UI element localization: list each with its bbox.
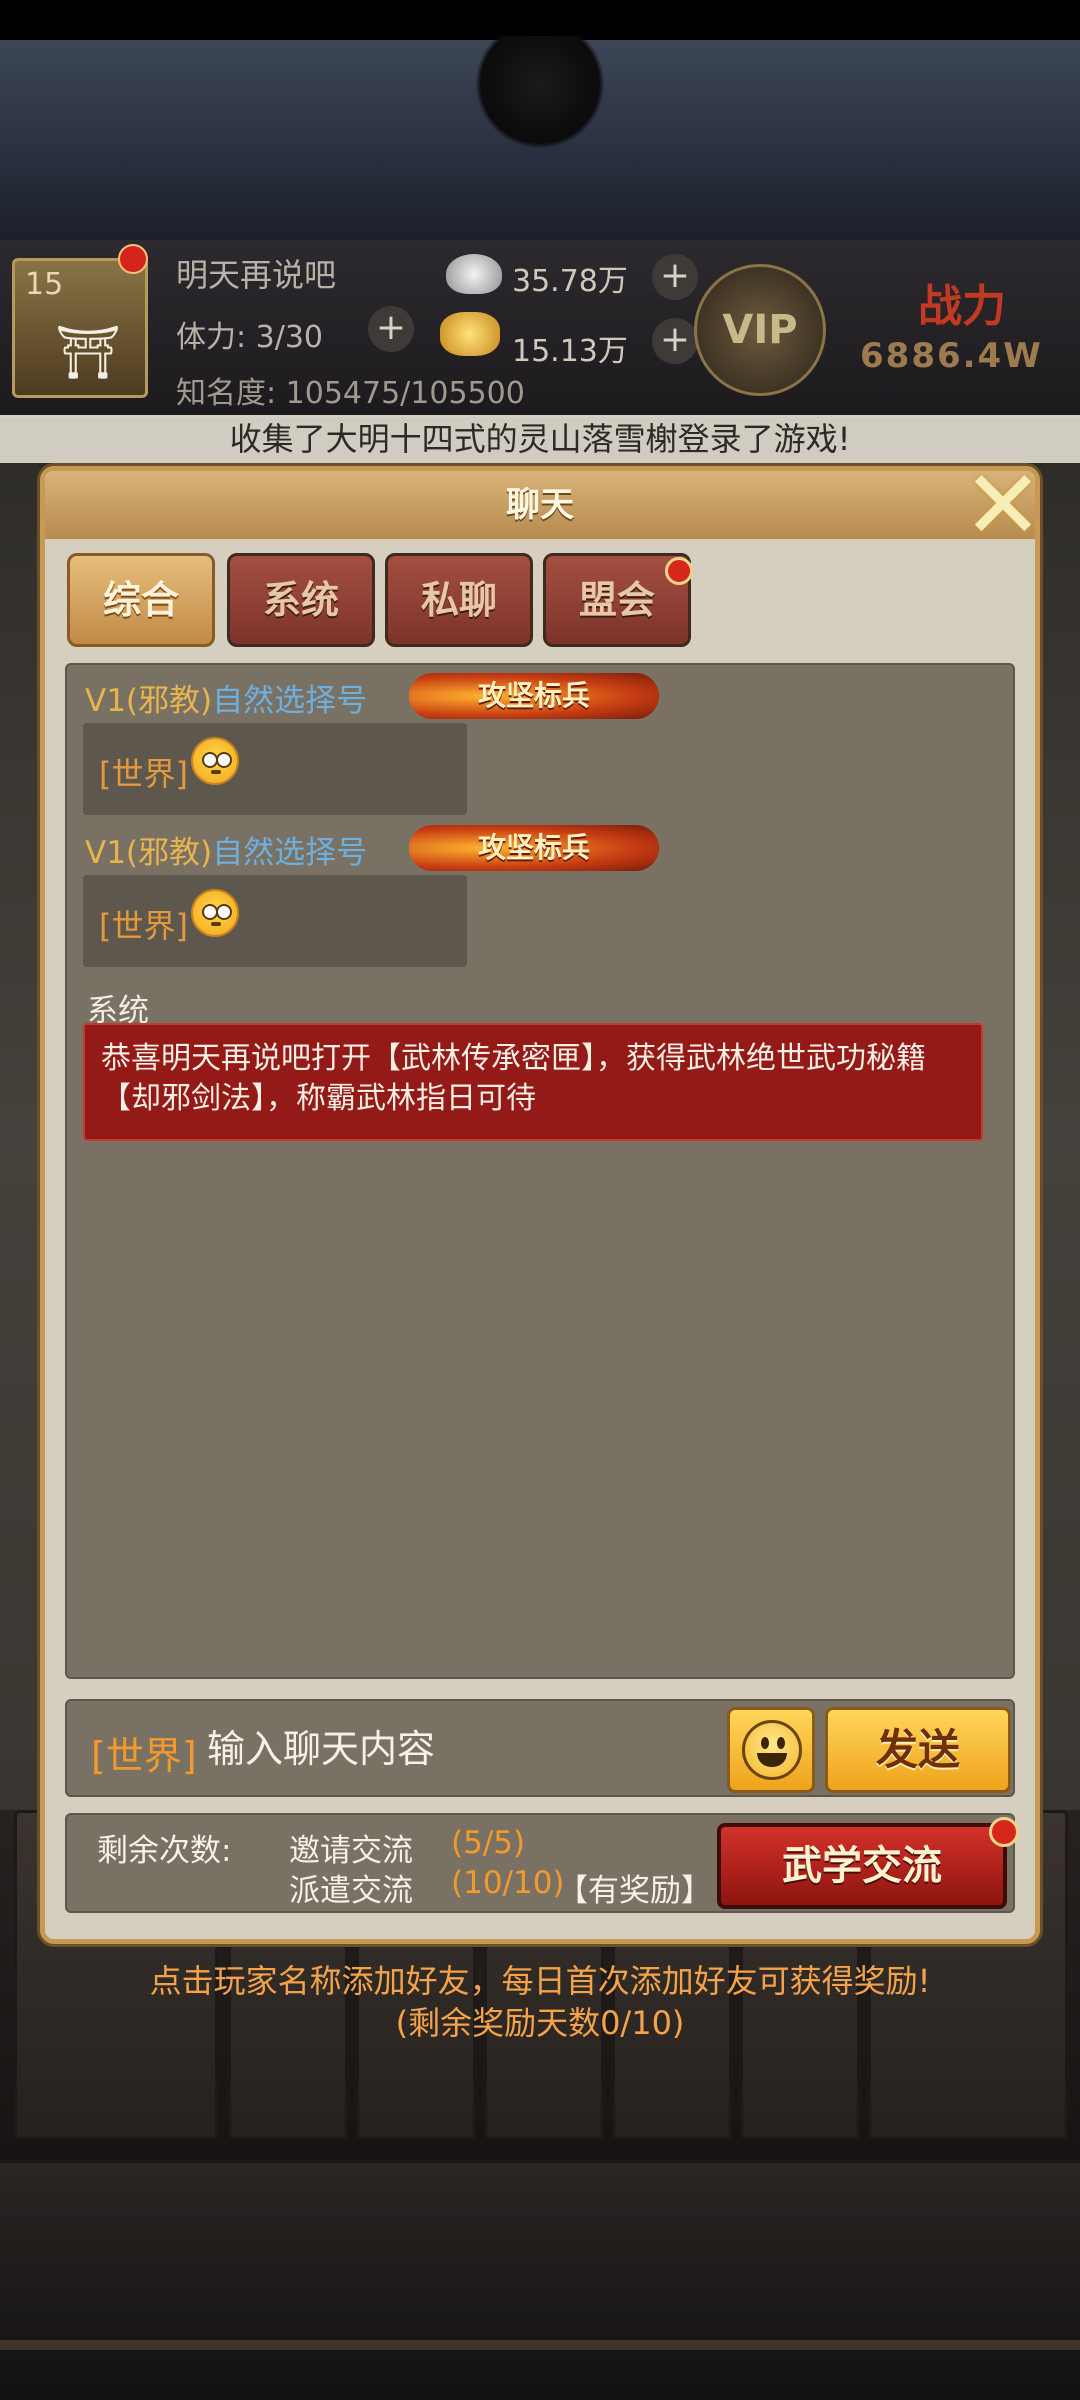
sender-prefix: V1(邪教) xyxy=(85,835,213,871)
dialog-title-bar: 聊天 xyxy=(45,471,1035,539)
gold-value: 15.13万 xyxy=(512,334,628,369)
tab-private[interactable]: 私聊 xyxy=(385,553,533,647)
message-bubble: [世界] xyxy=(83,723,467,815)
sender-name[interactable]: 自然选择号 xyxy=(212,835,367,871)
smiley-icon xyxy=(742,1720,802,1780)
fame-value: 知名度: 105475/105500 xyxy=(176,376,525,411)
silver-ingot-icon xyxy=(446,254,502,294)
message-header: V1(邪教)自然选择号 xyxy=(85,675,367,720)
tab-general[interactable]: 综合 xyxy=(67,553,215,647)
power-label: 战力 xyxy=(918,281,1006,332)
flushed-face-icon xyxy=(191,889,239,937)
news-text: 收集了大明十四式的灵山落雪榭登录了游戏! xyxy=(229,420,851,458)
gold-add-button[interactable]: + xyxy=(652,318,698,364)
player-name[interactable]: 明天再说吧 xyxy=(176,250,336,296)
input-channel[interactable]: [世界] xyxy=(91,1725,197,1780)
vip-medal[interactable]: VIP xyxy=(694,264,826,396)
system-message-text: 恭喜明天再说吧打开【武林传承密匣】，获得武林绝世武功秘籍【却邪剑法】，称霸武林指… xyxy=(101,1041,926,1116)
friend-tip-line: (剩余奖励天数0/10) xyxy=(395,2004,685,2042)
emoji-button[interactable] xyxy=(727,1707,815,1793)
chat-dialog: 聊天 综合 系统 私聊 盟会 V1(邪教)自然选择号 攻坚标兵 [世界] V1(… xyxy=(40,466,1040,1944)
gold-ingot-icon xyxy=(440,312,500,356)
remaining-label: 剩余次数: xyxy=(97,1833,232,1869)
title-badge: 攻坚标兵 xyxy=(409,673,659,719)
friend-tip: 点击玩家名称添加好友，每日首次添加好友可获得奖励! (剩余奖励天数0/10) xyxy=(0,1960,1080,2044)
bottom-divider xyxy=(0,2340,1080,2350)
bottom-band xyxy=(0,2160,1080,2400)
stamina-add-button[interactable]: + xyxy=(368,306,414,352)
level-badge[interactable]: 15 ⛩ xyxy=(12,258,148,398)
send-button[interactable]: 发送 xyxy=(825,1707,1011,1793)
notification-dot xyxy=(989,1817,1019,1847)
reward-note: 【有奖励】 xyxy=(557,1873,712,1909)
friend-tip-line: 点击玩家名称添加好友，每日首次添加好友可获得奖励! xyxy=(149,1962,931,2000)
silver-value: 35.78万 xyxy=(512,264,628,299)
flushed-face-icon xyxy=(191,737,239,785)
invite-label: 邀请交流 xyxy=(289,1833,413,1869)
messages-panel[interactable]: V1(邪教)自然选择号 攻坚标兵 [世界] V1(邪教)自然选择号 攻坚标兵 [… xyxy=(65,663,1015,1679)
message-header: V1(邪教)自然选择号 xyxy=(85,827,367,872)
message-channel: [世界] xyxy=(99,907,188,945)
system-message: 恭喜明天再说吧打开【武林传承密匣】，获得武林绝世武功秘籍【却邪剑法】，称霸武林指… xyxy=(83,1023,983,1141)
dispatch-count: (10/10) xyxy=(451,1865,565,1901)
chat-input[interactable] xyxy=(207,1717,727,1781)
silver-add-button[interactable]: + xyxy=(652,254,698,300)
tab-system[interactable]: 系统 xyxy=(227,553,375,647)
sender-prefix: V1(邪教) xyxy=(85,683,213,719)
close-icon[interactable]: ✕ xyxy=(958,457,1048,553)
notification-dot xyxy=(665,557,693,585)
dialog-title: 聊天 xyxy=(506,485,574,525)
stamina-value: 体力: 3/30 xyxy=(176,320,324,355)
status-bar xyxy=(0,0,1080,40)
message-channel: [世界] xyxy=(99,755,188,793)
power-value: 6886.4W xyxy=(860,336,1043,376)
invite-count: (5/5) xyxy=(451,1825,526,1861)
sender-name[interactable]: 自然选择号 xyxy=(212,683,367,719)
level-number: 15 xyxy=(25,267,64,302)
dispatch-label: 派遣交流 xyxy=(289,1873,413,1909)
message-bubble: [世界] xyxy=(83,875,467,967)
martial-exchange-button[interactable]: 武学交流 xyxy=(717,1823,1007,1909)
pagoda-icon: ⛩ xyxy=(55,323,122,383)
notification-dot xyxy=(118,244,148,274)
news-banner: 收集了大明十四式的灵山落雪榭登录了游戏! xyxy=(0,415,1080,463)
title-badge: 攻坚标兵 xyxy=(409,825,659,871)
